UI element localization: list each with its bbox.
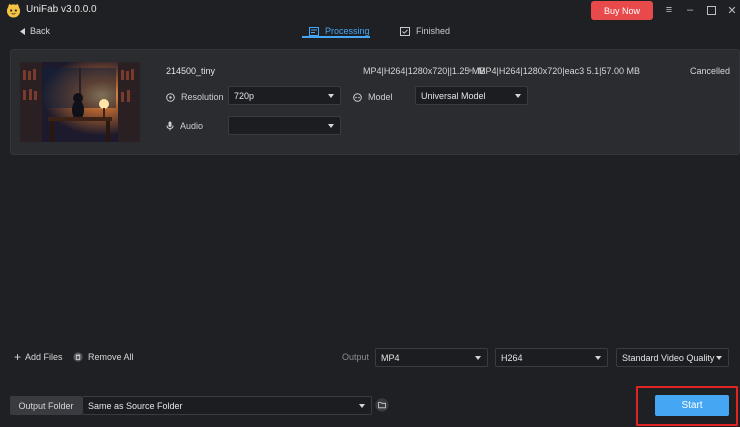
caret-down-icon bbox=[328, 93, 334, 98]
tab-finished[interactable]: Finished bbox=[400, 26, 450, 36]
app-title: UniFab v3.0.0.0 bbox=[26, 4, 97, 15]
plus-icon: + bbox=[14, 349, 22, 364]
unifab-logo-icon bbox=[6, 3, 21, 18]
tab-processing[interactable]: Processing bbox=[309, 26, 370, 36]
caret-down-icon bbox=[359, 403, 365, 408]
model-label: Model bbox=[353, 92, 393, 102]
caret-down-icon bbox=[716, 355, 722, 360]
format-select[interactable]: MP4 bbox=[375, 348, 488, 367]
status-text: Cancelled bbox=[690, 66, 731, 76]
menu-icon[interactable]: ≡ bbox=[662, 3, 676, 17]
add-files-button[interactable]: + Add Files bbox=[14, 349, 63, 364]
finished-icon bbox=[400, 26, 410, 36]
codec-select[interactable]: H264 bbox=[495, 348, 608, 367]
target-info: MP4|H264|1280x720|eac3 5.1|57.00 MB bbox=[478, 66, 640, 76]
processing-icon bbox=[309, 26, 319, 36]
model-select[interactable]: Universal Model bbox=[415, 86, 528, 105]
resolution-select[interactable]: 720p bbox=[228, 86, 341, 105]
resolution-label: Resolution bbox=[166, 92, 224, 102]
trash-icon bbox=[73, 352, 83, 362]
output-folder-select[interactable]: Same as Source Folder bbox=[82, 396, 372, 415]
video-thumbnail[interactable] bbox=[20, 62, 140, 142]
back-label: Back bbox=[30, 26, 51, 36]
back-button[interactable]: Back bbox=[20, 26, 50, 36]
maximize-icon[interactable] bbox=[704, 3, 718, 17]
chevron-left-icon bbox=[20, 27, 25, 35]
caret-down-icon bbox=[595, 355, 601, 360]
buy-now-button[interactable]: Buy Now bbox=[591, 1, 653, 20]
caret-down-icon bbox=[328, 123, 334, 128]
output-folder-button[interactable]: Output Folder bbox=[10, 396, 82, 415]
remove-all-button[interactable]: Remove All bbox=[73, 352, 134, 362]
microphone-icon bbox=[166, 121, 174, 131]
output-label: Output bbox=[342, 352, 370, 362]
file-name: 214500_tiny bbox=[166, 66, 216, 76]
quality-select[interactable]: Standard Video Quality bbox=[616, 348, 729, 367]
caret-down-icon bbox=[515, 93, 521, 98]
model-icon bbox=[353, 92, 362, 102]
audio-select[interactable] bbox=[228, 116, 341, 135]
audio-label: Audio bbox=[166, 121, 203, 131]
caret-down-icon bbox=[475, 355, 481, 360]
tab-finished-label: Finished bbox=[416, 26, 451, 36]
open-folder-icon[interactable] bbox=[375, 398, 389, 412]
minimize-icon[interactable]: – bbox=[683, 3, 697, 17]
close-icon[interactable]: ✕ bbox=[725, 3, 739, 17]
start-button[interactable]: Start bbox=[655, 395, 729, 416]
arrow-right-icon: ► bbox=[466, 65, 475, 75]
active-tab-indicator bbox=[302, 36, 370, 38]
tab-processing-label: Processing bbox=[325, 26, 370, 36]
resolution-icon bbox=[166, 92, 175, 102]
